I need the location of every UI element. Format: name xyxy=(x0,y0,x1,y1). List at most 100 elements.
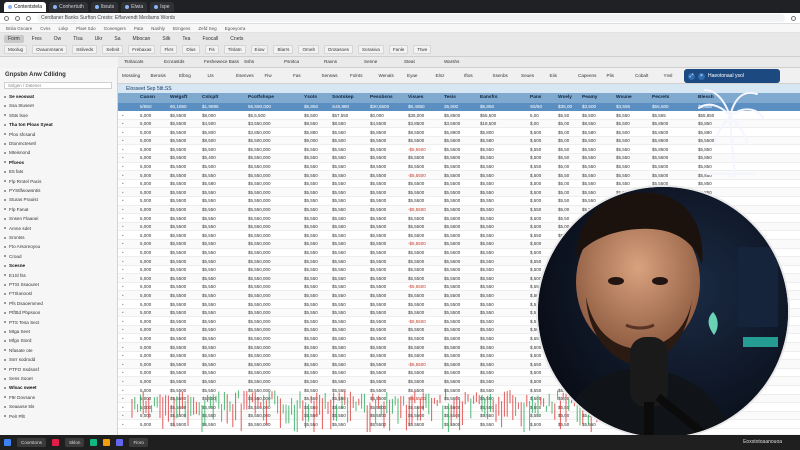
bookmark-link[interactable]: Plaet Sdo xyxy=(76,26,96,31)
grid-cell[interactable]: $5,5500 xyxy=(370,345,386,350)
grid-cell[interactable]: 5,000 xyxy=(140,121,151,126)
browser-tab[interactable]: Ibsuts xyxy=(90,1,119,12)
grid-cell[interactable]: $5,00 xyxy=(558,207,569,212)
grid-cell[interactable]: $5,5500 xyxy=(444,241,460,246)
grid-cell[interactable]: 5,000 xyxy=(140,130,151,135)
grid-cell[interactable]: $5,550 xyxy=(332,276,346,281)
grid-cell[interactable]: $5,550 xyxy=(480,259,494,264)
grid-cell[interactable]: $5,5500 xyxy=(444,336,460,341)
sidebar-item[interactable]: E5 fats xyxy=(4,168,114,175)
grid-cell[interactable]: $3,5500 xyxy=(444,121,460,126)
grid-cell[interactable]: $5,550,000 xyxy=(248,216,271,221)
grid-column-header[interactable]: Cnlcplt xyxy=(202,95,218,100)
grid-cell[interactable]: $5,5500 xyxy=(170,241,186,246)
grid-cell[interactable]: $5,550 xyxy=(616,147,630,152)
grid-cell[interactable]: $4,5500 xyxy=(370,121,386,126)
grid-cell[interactable]: $5,50 xyxy=(558,173,569,178)
grid-cell[interactable]: $5,550 xyxy=(480,207,494,212)
grid-cell[interactable]: $5,5500 xyxy=(370,370,386,375)
sidebar-item[interactable]: FTI/Ianoosl xyxy=(4,290,114,297)
grid-cell[interactable]: $5,550 xyxy=(202,353,216,358)
grid-cell[interactable]: $35,00 xyxy=(558,104,572,109)
grid-cell[interactable]: $5,5500 xyxy=(408,216,424,221)
grid-cell[interactable]: $5,550,000 xyxy=(248,293,271,298)
ribbon-tab[interactable]: Tlsa xyxy=(69,35,87,43)
grid-cell[interactable]: 5,000 xyxy=(140,173,151,178)
ribbon-tab[interactable]: Ukr xyxy=(90,35,107,43)
grid-cell[interactable]: $5,550 xyxy=(332,190,346,195)
grid-cell[interactable]: $5,550 xyxy=(332,370,346,375)
grid-cell[interactable]: $,500 xyxy=(530,155,541,160)
grid-cell[interactable]: $5,550 xyxy=(480,155,494,160)
grid-cell[interactable]: 55,580,000 xyxy=(248,104,271,109)
sidebar-item[interactable]: Pfs Dsaoemmed xyxy=(4,300,114,307)
grid-cell[interactable]: $,500 xyxy=(530,353,541,358)
grid-cell[interactable]: $5,5500 xyxy=(370,353,386,358)
grid-cell[interactable]: $5,550 xyxy=(582,155,596,160)
grid-cell[interactable]: $5,550 xyxy=(616,155,630,160)
grid-cell[interactable]: $,500 xyxy=(530,267,541,272)
grid-cell[interactable]: S5/50 xyxy=(530,104,542,109)
grid-cell[interactable]: $5,550 xyxy=(304,293,318,298)
grid-cell[interactable]: 5/850 xyxy=(140,104,152,109)
grid-cell[interactable]: $5,550 xyxy=(582,198,596,203)
grid-cell[interactable]: $5,5500 xyxy=(444,181,460,186)
grid-cell[interactable]: $5,850 xyxy=(698,181,712,186)
grid-cell[interactable]: $5,5500 xyxy=(652,164,668,169)
grid-cell[interactable]: $5,5500 xyxy=(444,276,460,281)
grid-cell[interactable]: $5,550 xyxy=(202,370,216,375)
main-header-label[interactable]: Feshewece Bass xyxy=(204,59,239,64)
grid-cell[interactable]: $5,550 xyxy=(480,190,494,195)
grid-cell[interactable]: $5,5500 xyxy=(444,233,460,238)
grid-cell[interactable]: $5,5500 xyxy=(444,370,460,375)
grid-cell[interactable]: $,550 xyxy=(530,362,541,367)
grid-cell[interactable]: $,500 xyxy=(530,181,541,186)
grid-cell[interactable]: $5,550 xyxy=(480,224,494,229)
grid-cell[interactable]: $8,550 xyxy=(582,121,596,126)
column-label[interactable]: Iftos xyxy=(464,73,473,78)
grid-cell[interactable]: $5,550 xyxy=(202,327,216,332)
grid-cell[interactable]: $8,550 xyxy=(332,121,346,126)
grid-cell[interactable]: $5,550,000 xyxy=(248,207,271,212)
column-label[interactable]: Berosis xyxy=(151,73,166,78)
bookmark-link[interactable]: Pata xyxy=(134,26,143,31)
grid-cell[interactable]: $5,550 xyxy=(202,276,216,281)
column-label[interactable]: Elbng xyxy=(179,73,191,78)
sidebar-item[interactable]: Mtga Seet xyxy=(4,328,114,335)
grid-cell[interactable]: $5,550,000 xyxy=(248,155,271,160)
recording-icon[interactable] xyxy=(51,439,59,446)
ribbon-tool-button[interactable]: Orotasoes xyxy=(323,45,353,54)
grid-cell[interactable]: $5,50 xyxy=(558,216,569,221)
grid-cell[interactable]: $5,550 xyxy=(332,353,346,358)
column-label[interactable]: Folnts xyxy=(350,73,363,78)
grid-cell[interactable]: 5,000 xyxy=(140,138,151,143)
grid-cell[interactable]: $5,5500 xyxy=(170,138,186,143)
grid-cell[interactable]: -$5,5500 xyxy=(408,207,426,212)
grid-cell[interactable]: $5,500 xyxy=(616,121,630,126)
grid-cell[interactable]: $5,5500 xyxy=(408,190,424,195)
grid-cell[interactable]: $5,550 xyxy=(480,336,494,341)
grid-cell[interactable]: $0,000 xyxy=(370,113,384,118)
grid-cell[interactable]: $5,550 xyxy=(304,233,318,238)
ribbon-tab[interactable]: Form xyxy=(4,35,24,43)
grid-cell[interactable]: 5,000 xyxy=(140,181,151,186)
grid-cell[interactable]: 5,000 xyxy=(140,233,151,238)
grid-cell[interactable]: 5,000 xyxy=(140,336,151,341)
grid-cell[interactable]: $5,5500 xyxy=(408,336,424,341)
sidebar-search-input[interactable]: Sslgen / Dateser xyxy=(4,82,112,89)
grid-cell[interactable]: $5,550 xyxy=(202,310,216,315)
resize-icon[interactable]: ⤢ xyxy=(688,72,695,80)
sidebar-item[interactable]: Fto Arsoreoyou xyxy=(4,243,114,250)
grid-column-header[interactable]: Pesobsns xyxy=(370,95,393,100)
grid-cell[interactable]: $5,500 xyxy=(616,130,630,135)
grid-cell[interactable]: $5,5500 xyxy=(370,233,386,238)
grid-cell[interactable]: $5,800 xyxy=(480,130,494,135)
main-header-label[interactable]: Psnitca xyxy=(284,59,299,64)
grid-cell[interactable]: $5,550 xyxy=(480,362,494,367)
grid-column-header[interactable]: Pecrets xyxy=(652,95,669,100)
grid-cell[interactable]: $5,5500 xyxy=(170,216,186,221)
grid-cell[interactable]: $5,5500 xyxy=(444,190,460,195)
grid-cell[interactable]: $57,550 xyxy=(332,113,348,118)
grid-cell[interactable]: $5,550 xyxy=(202,216,216,221)
grid-cell[interactable]: $5,5500 xyxy=(170,130,186,135)
